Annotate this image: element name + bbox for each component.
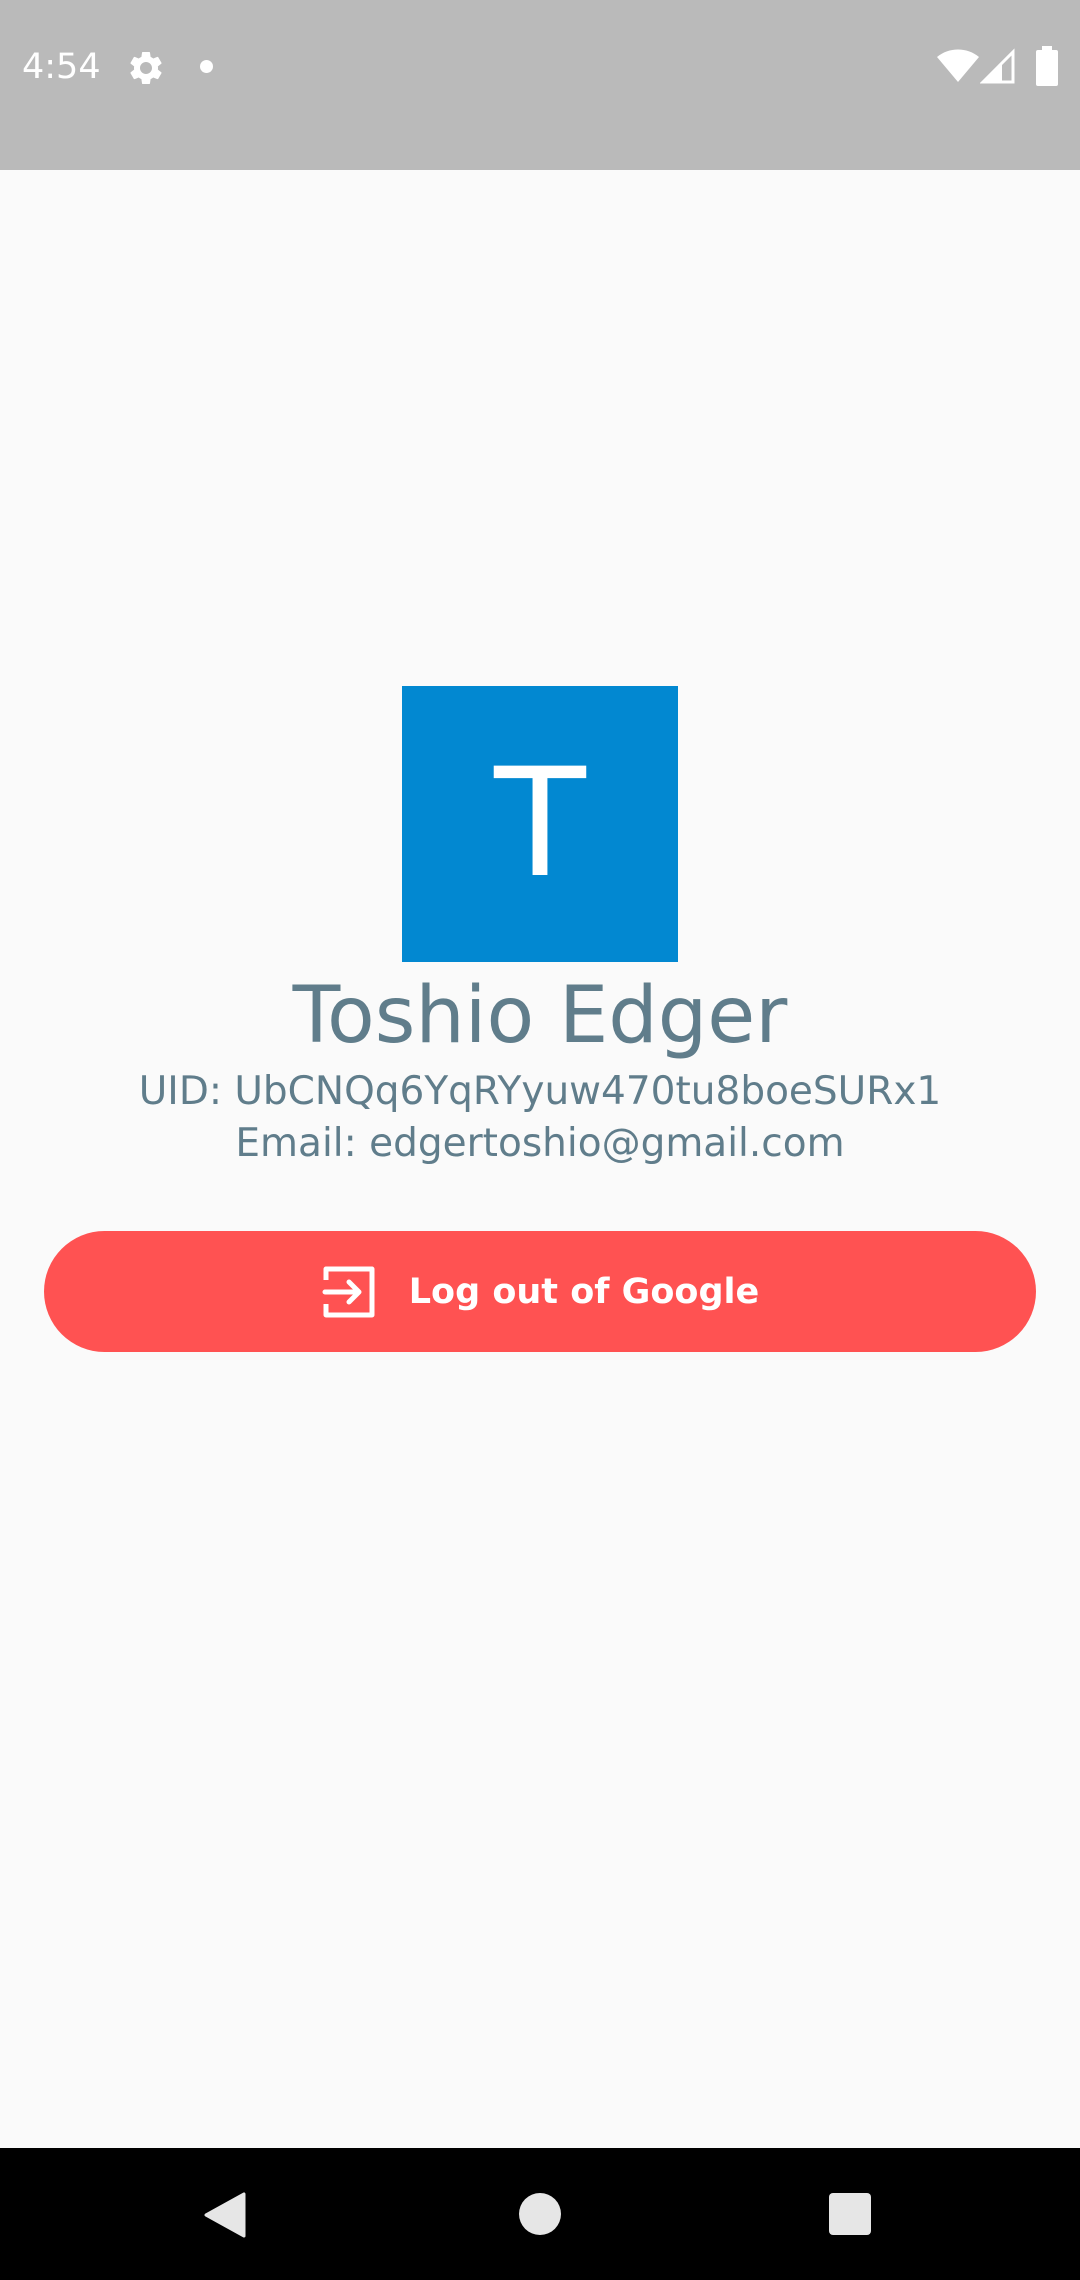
notification-dot-icon: [200, 60, 213, 73]
recents-icon[interactable]: [829, 2193, 871, 2235]
battery-icon: [1036, 46, 1058, 86]
wifi-icon: [937, 49, 979, 82]
status-bar: 4:54: [0, 0, 1080, 170]
avatar: T: [402, 686, 678, 962]
user-email: Email: edgertoshio@gmail.com: [235, 1121, 845, 1166]
user-uid: UID: UbCNQq6YqRYyuw470tu8boeSURx1: [138, 1069, 942, 1114]
logout-icon: [322, 1266, 375, 1317]
cellular-signal-icon: [980, 48, 1015, 84]
gear-icon: [130, 51, 162, 84]
logout-label: Log out of Google: [408, 1271, 760, 1312]
navigation-bar: [0, 2148, 1080, 2280]
logout-button[interactable]: Log out of Google: [44, 1231, 1036, 1352]
back-icon[interactable]: [200, 2190, 250, 2240]
profile-section: T Toshio Edger UID: UbCNQq6YqRYyuw470tu8…: [0, 686, 1080, 1170]
home-icon[interactable]: [519, 2193, 561, 2235]
user-name: Toshio Edger: [292, 971, 788, 1061]
status-time: 4:54: [22, 47, 101, 87]
